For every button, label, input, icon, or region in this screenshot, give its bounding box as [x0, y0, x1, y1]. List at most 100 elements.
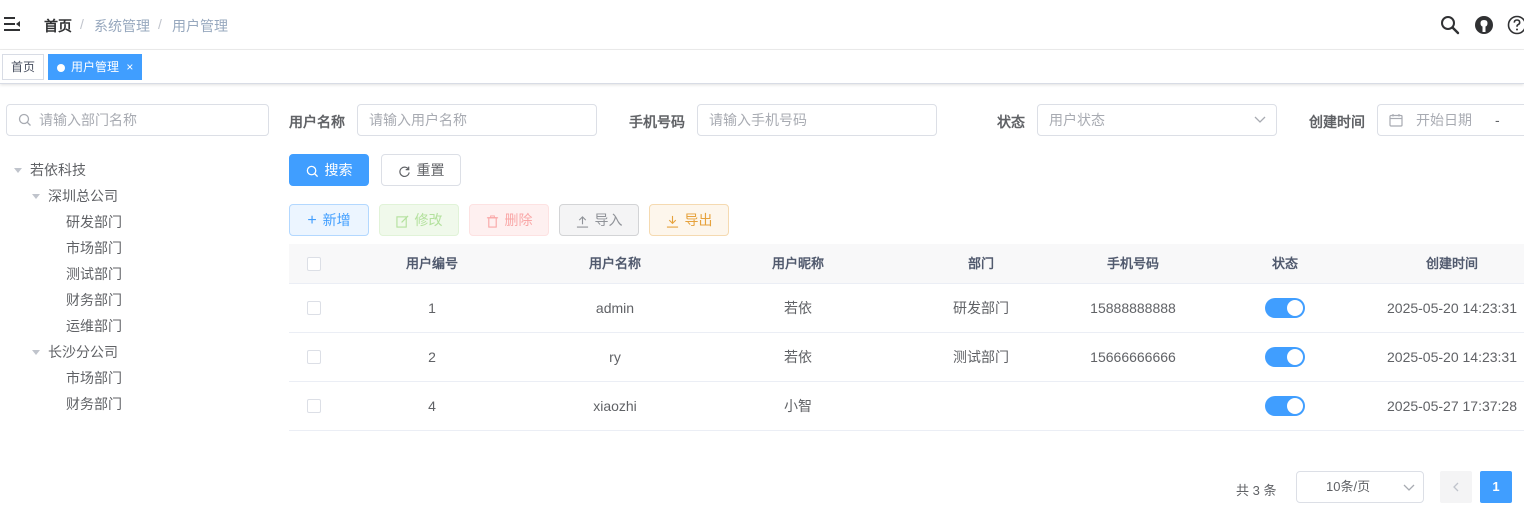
tree-node-test[interactable]: 测试部门: [66, 261, 122, 287]
calendar-icon: [1389, 114, 1403, 127]
chevron-left-icon: [1453, 482, 1459, 492]
edit-button-label: 修改: [414, 212, 443, 228]
export-button-label: 导出: [684, 212, 713, 228]
table-row[interactable]: 4 xiaozhi 小智 2025-05-27 17:37:28: [289, 382, 1524, 431]
tag-label: 用户管理: [71, 60, 120, 74]
tree-node-changsha[interactable]: 长沙分公司: [30, 339, 118, 365]
phone-input[interactable]: 请输入手机号码: [697, 104, 937, 136]
search-icon: [18, 113, 31, 126]
add-button-label: 新增: [322, 212, 351, 228]
breadcrumb-user: 用户管理: [172, 18, 228, 34]
created-time: 2025-05-20 14:23:31: [1387, 300, 1517, 316]
chevron-down-icon: [1403, 484, 1415, 491]
department: 研发部门: [953, 300, 1009, 316]
row-checkbox[interactable]: [307, 350, 321, 364]
page-size-select[interactable]: 10条/页: [1296, 471, 1424, 503]
tree-node-label: 长沙分公司: [48, 344, 118, 360]
nickname: 若依: [784, 349, 812, 365]
table-row[interactable]: 1 admin 若依 研发部门 15888888888 2025-05-20 1…: [289, 284, 1524, 333]
github-icon[interactable]: [1474, 15, 1494, 35]
created-time: 2025-05-27 17:37:28: [1387, 398, 1517, 414]
import-button[interactable]: 导入: [559, 204, 639, 236]
select-all-checkbox[interactable]: [307, 257, 321, 271]
page-number-1[interactable]: 1: [1480, 471, 1512, 503]
user-id: 1: [428, 300, 436, 316]
phone: 15888888888: [1090, 300, 1176, 316]
tag-label: 首页: [11, 60, 36, 74]
search-button[interactable]: 搜索: [289, 154, 369, 186]
question-icon[interactable]: [1507, 15, 1524, 35]
switch-knob: [1287, 300, 1303, 316]
username-input[interactable]: 请输入用户名称: [357, 104, 597, 136]
status-switch[interactable]: [1265, 298, 1305, 318]
tree-node-label: 深圳总公司: [48, 188, 118, 204]
caret-down-icon[interactable]: [14, 168, 22, 173]
created-time-label: 创建时间: [1309, 114, 1365, 130]
column-header: 用户昵称: [771, 256, 824, 271]
caret-down-icon[interactable]: [32, 194, 40, 199]
column-header: 状态: [1271, 256, 1298, 271]
caret-down-icon[interactable]: [32, 350, 40, 355]
tree-node-ruoyi[interactable]: 若依科技: [12, 157, 86, 183]
table-row[interactable]: 2 ry 若依 测试部门 15666666666 2025-05-20 14:2…: [289, 333, 1524, 382]
refresh-icon: [398, 166, 410, 177]
tree-node-shenzhen[interactable]: 深圳总公司: [30, 183, 118, 209]
phone-label: 手机号码: [629, 114, 685, 130]
department: 测试部门: [953, 349, 1009, 365]
dept-search-placeholder: 请输入部门名称: [39, 112, 137, 128]
username: ry: [609, 349, 621, 365]
prev-page-button[interactable]: [1440, 471, 1472, 503]
column-header: 用户编号: [405, 256, 458, 271]
phone: [1060, 382, 1206, 431]
column-header: 部门: [967, 256, 994, 271]
breadcrumb-separator: /: [158, 16, 162, 32]
search-icon: [306, 165, 318, 177]
username: admin: [595, 300, 635, 316]
date-range-picker[interactable]: 开始日期 -: [1377, 104, 1524, 136]
breadcrumb-system[interactable]: 系统管理: [94, 16, 150, 36]
dept-search-input[interactable]: 请输入部门名称: [6, 104, 269, 136]
close-icon[interactable]: ×: [126, 60, 133, 74]
department: [908, 382, 1054, 431]
search-button-label: 搜索: [324, 162, 353, 178]
tag-user-management[interactable]: 用户管理 ×: [48, 54, 143, 80]
trash-icon: [486, 215, 498, 228]
add-button[interactable]: + 新增: [289, 204, 369, 236]
nickname: 小智: [784, 398, 812, 414]
tree-node-label: 若依科技: [30, 162, 86, 178]
tag-home[interactable]: 首页: [2, 54, 45, 80]
row-checkbox[interactable]: [307, 301, 321, 315]
navbar: 首页 / 系统管理 / 用户管理: [0, 0, 1524, 50]
edit-icon: [395, 215, 408, 228]
username-label: 用户名称: [289, 114, 345, 130]
status-switch[interactable]: [1265, 396, 1305, 416]
column-header: 用户名称: [588, 256, 641, 271]
status-switch[interactable]: [1265, 347, 1305, 367]
switch-knob: [1287, 398, 1303, 414]
tree-node-ops[interactable]: 运维部门: [66, 313, 122, 339]
reset-button-label: 重置: [416, 162, 445, 178]
hamburger-icon[interactable]: [4, 16, 20, 32]
tree-node-market[interactable]: 市场部门: [66, 235, 122, 261]
username-placeholder: 请输入用户名称: [369, 112, 467, 128]
search-icon[interactable]: [1440, 15, 1460, 35]
column-header: 手机号码: [1106, 256, 1159, 271]
breadcrumb-home[interactable]: 首页: [44, 16, 72, 36]
delete-button[interactable]: 删除: [469, 204, 549, 236]
column-header: 创建时间: [1425, 256, 1478, 271]
status-select[interactable]: 用户状态: [1037, 104, 1277, 136]
user-id: 2: [428, 349, 436, 365]
import-button-label: 导入: [594, 212, 623, 228]
row-checkbox[interactable]: [307, 399, 321, 413]
delete-button-label: 删除: [504, 212, 533, 228]
tree-node-finance-cs[interactable]: 财务部门: [66, 391, 122, 417]
phone: 15666666666: [1090, 349, 1176, 365]
tree-node-finance[interactable]: 财务部门: [66, 287, 122, 313]
tree-node-market-cs[interactable]: 市场部门: [66, 365, 122, 391]
reset-button[interactable]: 重置: [381, 154, 461, 186]
tree-node-rd[interactable]: 研发部门: [66, 209, 122, 235]
chevron-down-icon: [1254, 116, 1266, 123]
edit-button[interactable]: 修改: [379, 204, 459, 236]
table-header: 用户编号 用户名称 用户昵称 部门 手机号码 状态 创建时间: [289, 244, 1524, 284]
export-button[interactable]: 导出: [649, 204, 729, 236]
